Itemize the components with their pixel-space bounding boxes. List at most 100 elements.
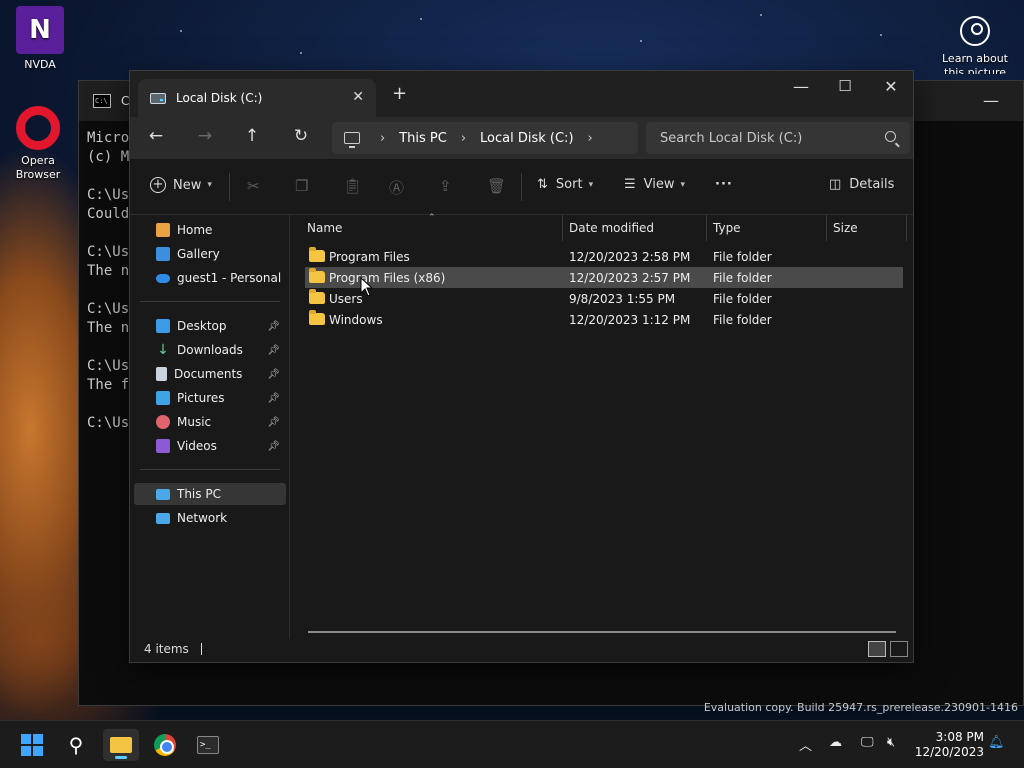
opera-icon [16, 106, 60, 150]
sort-icon: ⇅ [537, 177, 548, 192]
column-header-date-modified[interactable]: Date modified [563, 215, 707, 241]
desktop-icon-opera[interactable]: Opera Browser [6, 106, 70, 182]
horizontal-scrollbar[interactable] [308, 631, 896, 633]
details-view-icon[interactable] [868, 641, 886, 657]
sidebar-item-downloads[interactable]: ↓ Downloads 📌︎ [134, 339, 286, 361]
notification-bell-icon[interactable]: 🔔︎ [988, 735, 1005, 750]
desktop-icon-label: Learn about this picture [942, 52, 1008, 74]
desktop-icon-learn-about-picture[interactable]: Learn about this picture [940, 16, 1010, 74]
network-tray-icon[interactable]: 🖵︎ [861, 735, 874, 750]
taskbar-terminal[interactable]: >_ [190, 729, 226, 761]
table-row[interactable]: Program Files 12/20/2023 2:58 PM File fold… [305, 246, 903, 267]
sidebar-item-this-pc[interactable]: This PC [134, 483, 286, 505]
onedrive-cloud-icon [156, 273, 170, 283]
clock-date: 12/20/2023 [914, 745, 984, 759]
breadcrumb-local-disk[interactable]: Local Disk (C:) [480, 131, 573, 146]
details-label: Details [849, 177, 895, 192]
new-button[interactable]: + New ▾ [150, 177, 212, 193]
view-button[interactable]: ☰ View ▾ [624, 177, 685, 192]
star [760, 14, 762, 16]
share-icon[interactable]: ⇪ [439, 177, 452, 195]
column-header-name[interactable]: Name [301, 215, 563, 241]
desktop-icon-nvda[interactable]: N NVDA [8, 6, 72, 71]
sidebar-item-documents[interactable]: Documents 📌︎ [134, 363, 286, 385]
pin-icon[interactable]: 📌︎ [267, 417, 280, 428]
large-icons-view-icon[interactable] [890, 641, 908, 657]
sidebar-item-home[interactable]: Home [134, 219, 286, 241]
status-bar: 4 items [130, 636, 913, 662]
search-placeholder: Search Local Disk (C:) [660, 130, 803, 146]
taskbar-file-explorer[interactable] [103, 729, 139, 761]
folder-icon [309, 289, 325, 304]
table-row[interactable]: Program Files (x86) 12/20/2023 2:57 PM Fil… [305, 267, 903, 288]
pin-icon[interactable]: 📌︎ [267, 393, 280, 404]
sidebar-item-desktop[interactable]: Desktop 📌︎ [134, 315, 286, 337]
this-pc-icon [344, 132, 360, 148]
column-header-size[interactable]: Size [827, 215, 907, 241]
sidebar-item-music[interactable]: Music 📌︎ [134, 411, 286, 433]
column-header-type[interactable]: Type [707, 215, 827, 241]
paste-icon[interactable]: 📋︎ [343, 177, 362, 195]
close-button[interactable]: ✕ [868, 77, 914, 96]
chevron-right-icon[interactable]: › [380, 131, 385, 146]
delete-icon[interactable]: 🗑︎ [487, 177, 506, 195]
taskbar-clock[interactable]: 3:08 PM 12/20/2023 [914, 730, 984, 760]
nvda-icon: N [16, 6, 64, 54]
taskbar: ⚲ >_ ︿ ☁ 🖵︎ 🔇︎ 3:08 PM 12/20/2023 🔔︎ [0, 720, 1024, 768]
sidebar-item-label: Desktop [177, 319, 227, 333]
console-minimize-button[interactable]: — [983, 91, 999, 110]
search-button[interactable]: ⚲ [58, 729, 94, 761]
file-date-modified: 9/8/2023 1:55 PM [569, 292, 676, 306]
file-explorer-window[interactable]: Local Disk (C:) ✕ + — ☐ ✕ ← → ↑ ↻ › This… [129, 70, 914, 663]
forward-arrow-icon[interactable]: → [191, 126, 219, 146]
folder-icon [309, 268, 325, 283]
table-row[interactable]: Windows 12/20/2023 1:12 PM File folder [305, 309, 903, 330]
pin-icon[interactable]: 📌︎ [267, 369, 280, 380]
chevron-right-icon[interactable]: › [461, 131, 466, 146]
gallery-icon [156, 247, 170, 261]
sidebar-item-pictures[interactable]: Pictures 📌︎ [134, 387, 286, 409]
tab-close-icon[interactable]: ✕ [352, 89, 364, 105]
table-row[interactable]: Users 9/8/2023 1:55 PM File folder [305, 288, 903, 309]
sidebar-item-onedrive[interactable]: guest1 - Personal [134, 267, 286, 289]
pin-icon[interactable]: 📌︎ [267, 321, 280, 332]
sort-button[interactable]: ⇅ Sort ▾ [537, 177, 593, 192]
file-date-modified: 12/20/2023 2:58 PM [569, 250, 691, 264]
pin-icon[interactable]: 📌︎ [267, 441, 280, 452]
show-hidden-icons-chevron-icon[interactable]: ︿ [799, 735, 812, 754]
address-bar[interactable]: › This PC › Local Disk (C:) › [332, 122, 638, 154]
up-arrow-icon[interactable]: ↑ [238, 126, 266, 146]
details-button[interactable]: ◫ Details [829, 177, 894, 192]
start-button[interactable] [14, 729, 50, 761]
learn-about-picture-icon [960, 16, 990, 46]
breadcrumb-this-pc[interactable]: This PC [399, 131, 447, 146]
status-divider [200, 643, 202, 655]
sidebar-item-network[interactable]: Network [134, 507, 286, 529]
sidebar-item-label: Home [177, 223, 213, 237]
more-options-icon[interactable]: ··· [715, 177, 733, 192]
cut-icon[interactable]: ✂ [247, 177, 260, 195]
search-input[interactable]: Search Local Disk (C:) [646, 122, 910, 154]
refresh-icon[interactable]: ↻ [287, 126, 315, 146]
chevron-right-icon[interactable]: › [588, 131, 593, 146]
volume-muted-icon[interactable]: 🔇︎ [887, 735, 895, 750]
chevron-down-icon: ▾ [588, 179, 594, 190]
new-tab-icon[interactable]: + [392, 83, 407, 104]
maximize-button[interactable]: ☐ [822, 77, 868, 95]
sidebar-item-videos[interactable]: Videos 📌︎ [134, 435, 286, 457]
download-arrow-icon: ↓ [157, 342, 169, 358]
sidebar-item-label: Documents [174, 367, 243, 381]
minimize-button[interactable]: — [778, 77, 824, 96]
search-icon[interactable] [885, 131, 896, 142]
tab-local-disk[interactable]: Local Disk (C:) ✕ [138, 79, 376, 117]
pin-icon[interactable]: 📌︎ [267, 345, 280, 356]
explorer-titlebar[interactable]: Local Disk (C:) ✕ + — ☐ ✕ [130, 71, 913, 117]
sidebar-item-gallery[interactable]: Gallery [134, 243, 286, 265]
rename-icon[interactable]: Ⓐ [389, 177, 404, 198]
taskbar-chrome[interactable] [147, 729, 183, 761]
copy-icon[interactable]: ❐ [295, 177, 308, 195]
sidebar-item-label: This PC [177, 487, 221, 501]
back-arrow-icon[interactable]: ← [142, 126, 170, 146]
onedrive-tray-icon[interactable]: ☁ [829, 735, 842, 750]
column-header-label: Name [307, 221, 343, 235]
